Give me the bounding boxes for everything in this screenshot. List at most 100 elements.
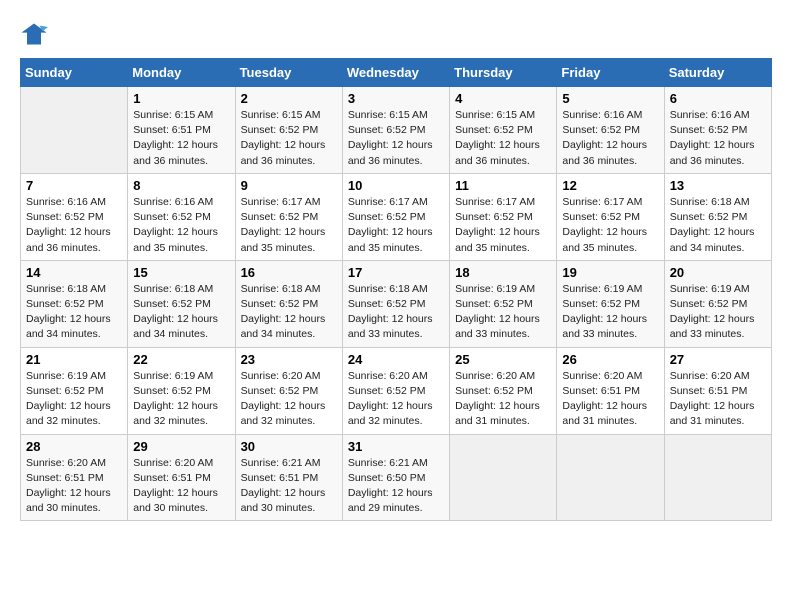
calendar-week-row: 1 Sunrise: 6:15 AMSunset: 6:51 PMDaylight… (21, 87, 772, 174)
day-number: 18 (455, 265, 551, 280)
day-info: Sunrise: 6:19 AMSunset: 6:52 PMDaylight:… (670, 282, 766, 343)
day-info: Sunrise: 6:19 AMSunset: 6:52 PMDaylight:… (455, 282, 551, 343)
calendar-cell (664, 434, 771, 521)
day-number: 5 (562, 91, 658, 106)
day-number: 9 (241, 178, 337, 193)
calendar-cell: 17Sunrise: 6:18 AMSunset: 6:52 PMDayligh… (342, 260, 449, 347)
day-info: Sunrise: 6:20 AMSunset: 6:51 PMDaylight:… (133, 456, 229, 517)
day-number: 12 (562, 178, 658, 193)
day-number: 22 (133, 352, 229, 367)
calendar-cell: 20 Sunrise: 6:19 AMSunset: 6:52 PMDayligh… (664, 260, 771, 347)
day-number: 30 (241, 439, 337, 454)
day-number: 20 (670, 265, 766, 280)
day-info: Sunrise: 6:20 AMSunset: 6:52 PMDaylight:… (455, 369, 551, 430)
day-info: Sunrise: 6:17 AMSunset: 6:52 PMDaylight:… (348, 195, 444, 256)
day-number: 4 (455, 91, 551, 106)
day-info: Sunrise: 6:20 AMSunset: 6:52 PMDaylight:… (348, 369, 444, 430)
calendar-cell: 11 Sunrise: 6:17 AMSunset: 6:52 PMDayligh… (450, 173, 557, 260)
day-number: 1 (133, 91, 229, 106)
day-number: 6 (670, 91, 766, 106)
day-info: Sunrise: 6:18 AMSunset: 6:52 PMDaylight:… (133, 282, 229, 343)
day-info: Sunrise: 6:16 AMSunset: 6:52 PMDaylight:… (562, 108, 658, 169)
calendar-cell: 19Sunrise: 6:19 AMSunset: 6:52 PMDayligh… (557, 260, 664, 347)
calendar-cell: 27 Sunrise: 6:20 AMSunset: 6:51 PMDayligh… (664, 347, 771, 434)
calendar-cell: 28 Sunrise: 6:20 AMSunset: 6:51 PMDayligh… (21, 434, 128, 521)
day-number: 26 (562, 352, 658, 367)
day-number: 27 (670, 352, 766, 367)
calendar-week-row: 14 Sunrise: 6:18 AMSunset: 6:52 PMDayligh… (21, 260, 772, 347)
day-info: Sunrise: 6:20 AMSunset: 6:51 PMDaylight:… (670, 369, 766, 430)
day-number: 3 (348, 91, 444, 106)
day-number: 19 (562, 265, 658, 280)
calendar-cell: 22 Sunrise: 6:19 AMSunset: 6:52 PMDayligh… (128, 347, 235, 434)
logo (20, 20, 52, 48)
day-info: Sunrise: 6:21 AMSunset: 6:51 PMDaylight:… (241, 456, 337, 517)
calendar-cell (450, 434, 557, 521)
day-info: Sunrise: 6:16 AMSunset: 6:52 PMDaylight:… (133, 195, 229, 256)
day-info: Sunrise: 6:18 AMSunset: 6:52 PMDaylight:… (348, 282, 444, 343)
header-friday: Friday (557, 59, 664, 87)
day-number: 11 (455, 178, 551, 193)
calendar-cell: 9 Sunrise: 6:17 AMSunset: 6:52 PMDaylight… (235, 173, 342, 260)
day-number: 14 (26, 265, 122, 280)
day-info: Sunrise: 6:19 AMSunset: 6:52 PMDaylight:… (133, 369, 229, 430)
calendar-cell: 16Sunrise: 6:18 AMSunset: 6:52 PMDayligh… (235, 260, 342, 347)
day-info: Sunrise: 6:16 AMSunset: 6:52 PMDaylight:… (670, 108, 766, 169)
day-number: 23 (241, 352, 337, 367)
calendar-cell: 21 Sunrise: 6:19 AMSunset: 6:52 PMDayligh… (21, 347, 128, 434)
day-info: Sunrise: 6:18 AMSunset: 6:52 PMDaylight:… (241, 282, 337, 343)
day-info: Sunrise: 6:15 AMSunset: 6:52 PMDaylight:… (241, 108, 337, 169)
day-info: Sunrise: 6:20 AMSunset: 6:51 PMDaylight:… (562, 369, 658, 430)
header-sunday: Sunday (21, 59, 128, 87)
calendar-cell: 7Sunrise: 6:16 AMSunset: 6:52 PMDaylight… (21, 173, 128, 260)
calendar-cell: 3Sunrise: 6:15 AMSunset: 6:52 PMDaylight… (342, 87, 449, 174)
calendar-cell: 30 Sunrise: 6:21 AMSunset: 6:51 PMDayligh… (235, 434, 342, 521)
day-number: 25 (455, 352, 551, 367)
calendar-cell: 8 Sunrise: 6:16 AMSunset: 6:52 PMDaylight… (128, 173, 235, 260)
header-saturday: Saturday (664, 59, 771, 87)
day-number: 29 (133, 439, 229, 454)
day-info: Sunrise: 6:17 AMSunset: 6:52 PMDaylight:… (455, 195, 551, 256)
calendar-cell: 31 Sunrise: 6:21 AMSunset: 6:50 PMDayligh… (342, 434, 449, 521)
day-number: 31 (348, 439, 444, 454)
calendar-week-row: 21 Sunrise: 6:19 AMSunset: 6:52 PMDayligh… (21, 347, 772, 434)
day-number: 15 (133, 265, 229, 280)
header-monday: Monday (128, 59, 235, 87)
calendar-cell: 6 Sunrise: 6:16 AMSunset: 6:52 PMDaylight… (664, 87, 771, 174)
calendar-cell: 10Sunrise: 6:17 AMSunset: 6:52 PMDayligh… (342, 173, 449, 260)
day-number: 2 (241, 91, 337, 106)
calendar-cell: 29 Sunrise: 6:20 AMSunset: 6:51 PMDayligh… (128, 434, 235, 521)
day-number: 21 (26, 352, 122, 367)
day-info: Sunrise: 6:20 AMSunset: 6:51 PMDaylight:… (26, 456, 122, 517)
calendar-cell: 5 Sunrise: 6:16 AMSunset: 6:52 PMDaylight… (557, 87, 664, 174)
day-info: Sunrise: 6:17 AMSunset: 6:52 PMDaylight:… (562, 195, 658, 256)
day-info: Sunrise: 6:20 AMSunset: 6:52 PMDaylight:… (241, 369, 337, 430)
day-info: Sunrise: 6:17 AMSunset: 6:52 PMDaylight:… (241, 195, 337, 256)
day-info: Sunrise: 6:16 AMSunset: 6:52 PMDaylight:… (26, 195, 122, 256)
calendar-cell: 13 Sunrise: 6:18 AMSunset: 6:52 PMDayligh… (664, 173, 771, 260)
header-thursday: Thursday (450, 59, 557, 87)
calendar-cell: 26 Sunrise: 6:20 AMSunset: 6:51 PMDayligh… (557, 347, 664, 434)
header-wednesday: Wednesday (342, 59, 449, 87)
calendar-cell (557, 434, 664, 521)
calendar-cell: 24Sunrise: 6:20 AMSunset: 6:52 PMDayligh… (342, 347, 449, 434)
calendar-cell (21, 87, 128, 174)
day-info: Sunrise: 6:18 AMSunset: 6:52 PMDaylight:… (670, 195, 766, 256)
day-info: Sunrise: 6:15 AMSunset: 6:51 PMDaylight:… (133, 108, 229, 169)
calendar-table: SundayMondayTuesdayWednesdayThursdayFrid… (20, 58, 772, 521)
day-number: 8 (133, 178, 229, 193)
header-tuesday: Tuesday (235, 59, 342, 87)
day-number: 28 (26, 439, 122, 454)
calendar-cell: 15 Sunrise: 6:18 AMSunset: 6:52 PMDayligh… (128, 260, 235, 347)
day-info: Sunrise: 6:15 AMSunset: 6:52 PMDaylight:… (455, 108, 551, 169)
calendar-cell: 18 Sunrise: 6:19 AMSunset: 6:52 PMDayligh… (450, 260, 557, 347)
page-header (20, 20, 772, 48)
day-info: Sunrise: 6:21 AMSunset: 6:50 PMDaylight:… (348, 456, 444, 517)
day-number: 13 (670, 178, 766, 193)
day-info: Sunrise: 6:19 AMSunset: 6:52 PMDaylight:… (26, 369, 122, 430)
calendar-cell: 4 Sunrise: 6:15 AMSunset: 6:52 PMDaylight… (450, 87, 557, 174)
calendar-cell: 25 Sunrise: 6:20 AMSunset: 6:52 PMDayligh… (450, 347, 557, 434)
calendar-cell: 23 Sunrise: 6:20 AMSunset: 6:52 PMDayligh… (235, 347, 342, 434)
calendar-header-row: SundayMondayTuesdayWednesdayThursdayFrid… (21, 59, 772, 87)
logo-icon (20, 20, 48, 48)
